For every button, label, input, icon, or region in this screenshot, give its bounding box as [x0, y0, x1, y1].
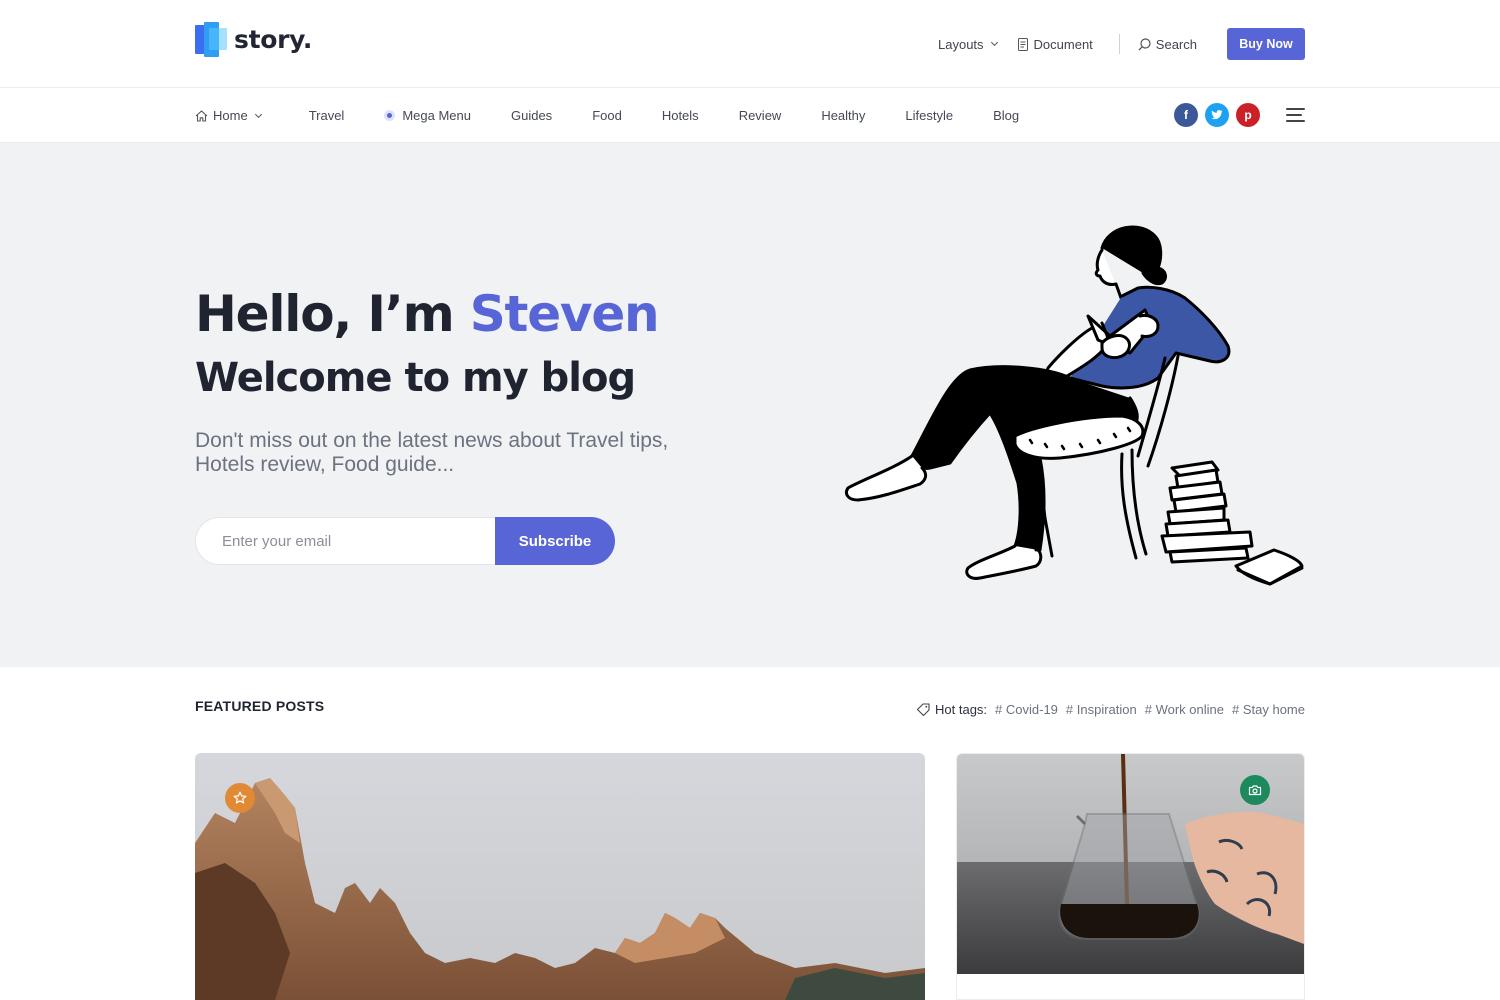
reading-woman-illustration — [844, 225, 1304, 586]
nav-label-review: Review — [738, 108, 782, 123]
hero-name: Steven — [469, 285, 660, 343]
social-links: f p — [1174, 103, 1305, 127]
document-link[interactable]: Document — [1017, 37, 1093, 52]
hero-heading: Hello, I’m Steven — [195, 283, 715, 345]
document-icon — [1017, 37, 1028, 51]
tag-work-online[interactable]: # Work online — [1145, 702, 1224, 717]
email-input[interactable] — [195, 517, 495, 565]
nav-item-guides[interactable]: Guides — [511, 108, 552, 123]
tag-icon — [917, 703, 930, 716]
nav-label-blog: Blog — [993, 108, 1020, 123]
featured-post-card-small[interactable] — [956, 753, 1305, 1000]
tag-inspiration[interactable]: # Inspiration — [1066, 702, 1137, 717]
featured-posts-title: FEATURED POSTS — [195, 698, 325, 714]
nav-item-healthy[interactable]: Healthy — [821, 108, 865, 123]
pinterest-icon[interactable]: p — [1236, 103, 1260, 127]
tag-covid-19[interactable]: # Covid-19 — [995, 702, 1058, 717]
nav-label-home: Home — [213, 108, 248, 123]
main-nav-bar: Home Travel Mega Menu Guides Food Hotels… — [0, 88, 1500, 143]
twitter-icon[interactable] — [1205, 103, 1229, 127]
nav-label-mega-menu: Mega Menu — [402, 108, 471, 123]
header-divider — [1118, 34, 1120, 54]
top-header: story. Layouts Document Search Buy Now — [0, 0, 1500, 88]
hot-tags: Hot tags: # Covid-19 # Inspiration # Wor… — [917, 702, 1305, 717]
camera-badge-icon — [1240, 775, 1270, 805]
nav-item-review[interactable]: Review — [739, 108, 782, 123]
nav-label-guides: Guides — [510, 108, 553, 123]
search-icon — [1138, 37, 1151, 50]
nav-label-lifestyle: Lifestyle — [905, 108, 954, 123]
featured-post-card-large[interactable] — [195, 753, 925, 1000]
layouts-menu[interactable]: Layouts — [938, 36, 998, 52]
search-button[interactable]: Search — [1138, 37, 1197, 52]
buy-now-button[interactable]: Buy Now — [1227, 28, 1305, 60]
nav-label-travel: Travel — [308, 108, 345, 123]
rock-landscape-image — [195, 753, 925, 1000]
facebook-icon[interactable]: f — [1174, 103, 1198, 127]
logo[interactable]: story. — [195, 20, 312, 58]
hero-subtitle: Welcome to my blog — [195, 355, 636, 401]
hot-tags-text: Hot tags: — [935, 702, 988, 717]
chevron-down-icon — [990, 38, 998, 47]
home-icon — [195, 109, 208, 122]
hot-tags-label: Hot tags: — [917, 702, 987, 717]
nav-item-home[interactable]: Home — [195, 108, 262, 123]
dot-icon — [384, 110, 396, 121]
logo-text: story. — [234, 24, 313, 54]
layouts-label: Layouts — [938, 36, 984, 52]
chevron-down-icon — [254, 110, 262, 118]
nav-item-hotels[interactable]: Hotels — [662, 108, 699, 123]
tag-stay-home[interactable]: # Stay home — [1232, 702, 1305, 717]
nav-label-food: Food — [592, 108, 622, 123]
search-label: Search — [1155, 36, 1197, 52]
nav-item-mega-menu[interactable]: Mega Menu — [384, 108, 471, 123]
star-badge-icon — [225, 783, 255, 813]
hero-section: Hello, I’m Steven Welcome to my blog Don… — [0, 143, 1500, 667]
logo-mark-icon — [195, 20, 228, 58]
nav-item-blog[interactable]: Blog — [993, 108, 1019, 123]
hero-greeting: Hello, I’m — [195, 285, 470, 343]
nav-label-hotels: Hotels — [661, 108, 699, 123]
nav-item-food[interactable]: Food — [592, 108, 622, 123]
nav-item-travel[interactable]: Travel — [309, 108, 345, 123]
nav-item-lifestyle[interactable]: Lifestyle — [905, 108, 953, 123]
document-label: Document — [1033, 36, 1093, 52]
hero-text: Hello, I’m Steven Welcome to my blog Don… — [195, 283, 715, 565]
main-nav: Home Travel Mega Menu Guides Food Hotels… — [195, 88, 1059, 143]
header-actions: Layouts Document Search Buy Now — [938, 28, 1305, 60]
hamburger-menu-icon[interactable] — [1286, 108, 1305, 122]
subscribe-button[interactable]: Subscribe — [495, 517, 615, 565]
subscribe-form: Subscribe — [195, 517, 615, 565]
nav-label-healthy: Healthy — [821, 108, 866, 123]
hero-description: Don't miss out on the latest news about … — [195, 429, 669, 476]
